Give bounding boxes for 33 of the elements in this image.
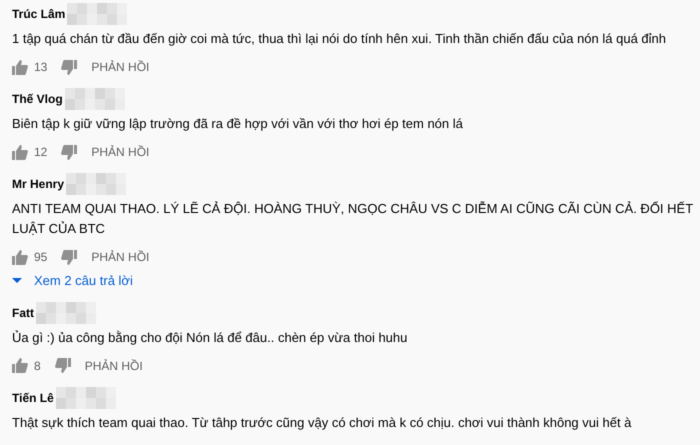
view-replies-link[interactable]: Xem 2 câu trả lời bbox=[12, 271, 133, 290]
comment-author[interactable]: Mr Henry bbox=[12, 175, 64, 193]
comment-text: Biên tập k giữ vững lập trường đã ra đề hợp với vần với thơ hơi ép tem nón lá bbox=[12, 115, 464, 133]
thumbs-down-icon[interactable] bbox=[61, 60, 78, 74]
comment-author[interactable]: Trúc Lâm bbox=[12, 5, 66, 23]
thumbs-down-icon[interactable] bbox=[61, 144, 78, 160]
comment-text: Thật sựk thích team quai thao. Từ tâhp trước cũng vậy có chơi mà k có chịu. chơi vui thành không vui hết à bbox=[12, 414, 632, 432]
like-count: 95 bbox=[34, 249, 48, 266]
thumbs-down-icon[interactable] bbox=[61, 250, 78, 264]
thumbs-up-icon[interactable] bbox=[12, 250, 28, 264]
redaction-mark bbox=[36, 302, 96, 324]
comment-text: Ủa gì :) ủa công bằng cho đội Nón lá để đâu.. chèn ép vừa thoi huhu bbox=[12, 328, 408, 347]
redaction-mark bbox=[66, 173, 126, 195]
like-count: 13 bbox=[34, 59, 48, 76]
thumbs-up-icon[interactable] bbox=[12, 60, 28, 74]
reply-button[interactable]: PHẢN HỒI bbox=[77, 143, 150, 161]
reply-button[interactable]: PHẢN HỒI bbox=[70, 356, 143, 374]
comment-author[interactable]: Thế Vlog bbox=[12, 90, 63, 108]
reply-button[interactable]: PHẢN HỒI bbox=[77, 58, 150, 76]
thumbs-down-icon[interactable] bbox=[54, 358, 71, 373]
comment-text: 1 tập quá chán từ đầu đến giờ coi mà tức, thua thì lại nói do tính hên xui. Tinh thần chiến đấu của nón lá quá đỉnh bbox=[12, 30, 667, 48]
thumbs-up-icon[interactable] bbox=[12, 144, 28, 160]
comment-author[interactable]: Tiến Lê bbox=[12, 388, 54, 406]
comment-text: ANTI TEAM QUAI THAO. LÝ LẼ CẢ ĐỘI. HOÀNG THUỲ, NGỌC CHÂU VS C DIỄM AI CŨNG CÃI CÙN CẢ. ĐỔI HẾT LUẬT CỦA BTC bbox=[12, 200, 694, 238]
thumbs-up-icon[interactable] bbox=[12, 358, 28, 373]
comment-author[interactable]: Fatt bbox=[12, 304, 34, 322]
like-count: 8 bbox=[34, 358, 41, 374]
redaction-mark bbox=[67, 3, 128, 25]
reply-button[interactable]: PHẢN HỒI bbox=[77, 248, 150, 266]
redaction-mark bbox=[64, 88, 125, 110]
redaction-mark bbox=[56, 386, 116, 408]
caret-icon bbox=[12, 278, 22, 284]
like-count: 12 bbox=[34, 144, 48, 161]
